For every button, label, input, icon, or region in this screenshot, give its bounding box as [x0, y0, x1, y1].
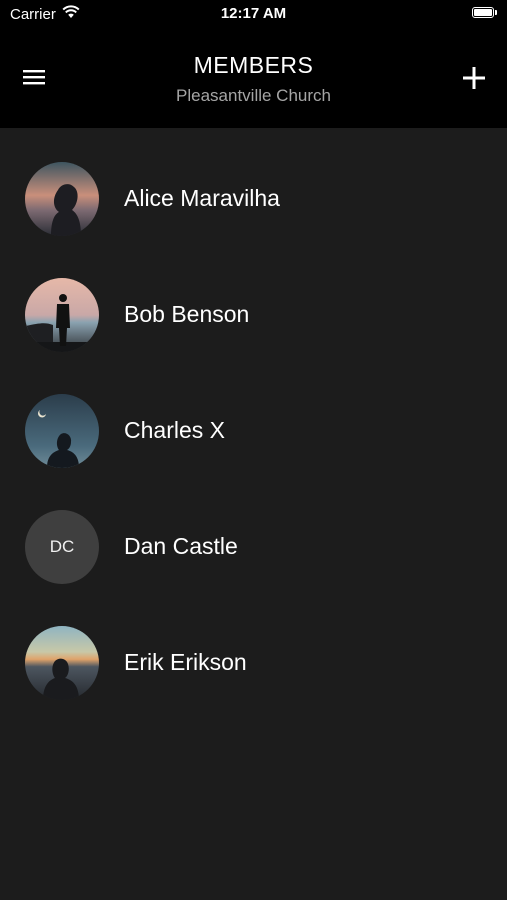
avatar-dan: DC	[25, 510, 99, 584]
avatar-bob	[25, 278, 99, 352]
page-subtitle: Pleasantville Church	[176, 86, 331, 105]
status-bar: Carrier 12:17 AM	[0, 0, 507, 28]
member-name: Charles X	[124, 417, 225, 443]
member-name: Alice Maravilha	[124, 185, 280, 211]
member-row-charles[interactable]: Charles X	[0, 360, 507, 476]
avatar-charles	[25, 394, 99, 468]
member-name: Dan Castle	[124, 533, 238, 559]
page-title: MEMBERS	[193, 52, 314, 78]
member-row-bob[interactable]: Bob Benson	[0, 244, 507, 360]
member-row-dan[interactable]: DC Dan Castle	[0, 476, 507, 592]
battery-icon	[472, 7, 497, 18]
member-list: Alice Maravilha Bob Benson Charles X DC …	[0, 128, 507, 708]
avatar-alice	[25, 162, 99, 236]
navigation-bar: MEMBERS Pleasantville Church	[0, 28, 507, 128]
member-row-erik[interactable]: Erik Erikson	[0, 592, 507, 708]
member-name: Bob Benson	[124, 301, 250, 327]
plus-icon[interactable]	[459, 63, 489, 93]
member-row-alice[interactable]: Alice Maravilha	[0, 128, 507, 244]
avatar-erik	[25, 626, 99, 700]
member-name: Erik Erikson	[124, 649, 247, 675]
avatar-initials: DC	[49, 537, 75, 556]
status-bar-time: 12:17 AM	[220, 5, 287, 22]
